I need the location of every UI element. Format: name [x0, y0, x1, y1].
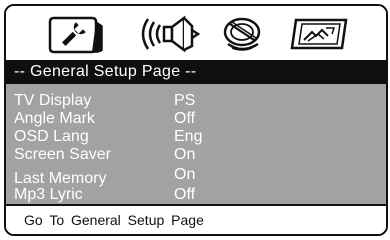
- preference-picture-icon: [290, 18, 348, 50]
- tab-video-setup[interactable]: [218, 14, 272, 54]
- page-title-bar: -- General Setup Page --: [6, 60, 386, 84]
- setting-row-mp3-lyric[interactable]: Mp3 Lyric Off: [6, 186, 386, 204]
- setting-value: Eng: [174, 128, 203, 145]
- tab-general-setup[interactable]: [46, 14, 106, 54]
- setting-row-tv-display[interactable]: TV Display PS: [6, 92, 386, 110]
- video-disc-icon: [223, 17, 261, 51]
- status-bar: Go To General Setup Page: [6, 204, 386, 234]
- status-text: Go To General Setup Page: [24, 212, 204, 228]
- setting-value: Off: [174, 110, 196, 127]
- setting-value: On: [174, 146, 196, 163]
- tab-preference-setup[interactable]: [288, 14, 352, 54]
- setting-label: Mp3 Lyric: [14, 186, 83, 203]
- general-setup-icon: [48, 16, 103, 54]
- setting-label: OSD Lang: [14, 128, 89, 145]
- setting-label: Screen Saver: [14, 146, 111, 163]
- setting-label: TV Display: [14, 92, 92, 109]
- setting-row-last-memory[interactable]: Last Memory On: [6, 166, 386, 187]
- settings-list: TV Display PS Angle Mark Off OSD Lang En…: [6, 84, 386, 204]
- setting-row-screen-saver[interactable]: Screen Saver On: [6, 146, 386, 164]
- page-title: -- General Setup Page --: [14, 63, 197, 80]
- setting-label: Angle Mark: [14, 110, 95, 127]
- setting-value: Off: [174, 186, 196, 203]
- setting-row-osd-lang[interactable]: OSD Lang Eng: [6, 128, 386, 146]
- setup-tab-bar: [6, 6, 386, 60]
- setting-row-angle-mark[interactable]: Angle Mark Off: [6, 110, 386, 128]
- tab-audio-setup[interactable]: [140, 14, 202, 54]
- setting-value: PS: [174, 92, 196, 109]
- osd-setup-menu: -- General Setup Page -- TV Display PS A…: [4, 4, 388, 236]
- audio-speaker-icon: [141, 15, 201, 53]
- setting-value: On: [174, 166, 196, 183]
